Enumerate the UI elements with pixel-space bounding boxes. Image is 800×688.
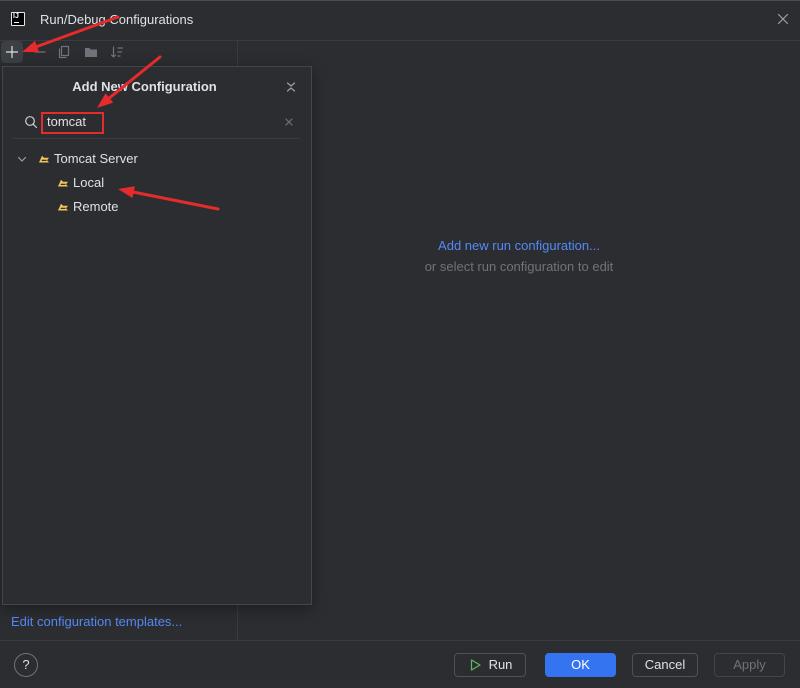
clear-icon (285, 118, 293, 126)
collapse-icon (286, 82, 296, 92)
tree-item-tomcat-local[interactable]: Local (10, 171, 304, 195)
tomcat-icon (58, 203, 68, 211)
close-button[interactable] (776, 12, 790, 26)
run-button-label: Run (488, 657, 513, 672)
add-icon (5, 45, 19, 59)
tree-item-label: Remote (73, 199, 119, 214)
empty-state-link-row: Add new run configuration... (238, 238, 800, 254)
tree-item-tomcat-remote[interactable]: Remote (10, 195, 304, 219)
chevron-down-icon[interactable] (17, 154, 27, 164)
copy-icon (58, 45, 70, 59)
ok-button[interactable]: OK (545, 653, 616, 677)
help-button[interactable]: ? (14, 653, 38, 677)
edit-configuration-templates-link[interactable]: Edit configuration templates... (11, 614, 182, 630)
window-title: Run/Debug Configurations (40, 12, 194, 27)
remove-icon (34, 51, 46, 53)
app-icon-underline (14, 22, 19, 23)
new-folder-icon (85, 48, 97, 57)
remove-configuration-button[interactable] (29, 41, 51, 63)
collapse-button[interactable] (284, 80, 298, 94)
popup-title: Add New Configuration (72, 79, 217, 94)
empty-state-hint-row: or select run configuration to edit (238, 259, 800, 275)
configuration-editor-panel: Add new run configuration... or select r… (238, 41, 800, 640)
add-configuration-button[interactable] (1, 41, 23, 63)
run-button[interactable]: Run (454, 653, 526, 677)
search-separator (13, 138, 300, 139)
dialog-footer: ? Run OK Cancel Apply (0, 641, 800, 688)
new-folder-button[interactable] (80, 41, 102, 63)
close-icon (777, 13, 789, 25)
empty-state-hint: or select run configuration to edit (424, 259, 614, 274)
cancel-button-label: Cancel (644, 657, 686, 672)
tree-item-tomcat-server[interactable]: Tomcat Server (10, 147, 304, 171)
ok-button-label: OK (571, 657, 590, 672)
apply-button-label: Apply (733, 657, 766, 672)
add-new-configuration-popup: Add New Configuration Tomca (2, 66, 312, 605)
tomcat-icon (58, 179, 68, 187)
configuration-search-input[interactable] (47, 113, 272, 131)
tree-item-label: Tomcat Server (54, 151, 138, 166)
sort-icon (110, 46, 124, 58)
apply-button[interactable]: Apply (714, 653, 785, 677)
cancel-button[interactable]: Cancel (632, 653, 698, 677)
run-debug-configurations-dialog: IJ Run/Debug Configurations Edit configu… (0, 0, 800, 688)
tomcat-icon (39, 155, 49, 163)
clear-search-button[interactable] (285, 118, 293, 126)
sort-configurations-button[interactable] (106, 41, 128, 63)
search-icon (25, 116, 38, 129)
intellij-idea-icon: IJ (11, 12, 25, 26)
app-icon-label: IJ (13, 13, 19, 20)
title-bar[interactable]: IJ Run/Debug Configurations (0, 0, 800, 40)
add-new-run-configuration-link[interactable]: Add new run configuration... (438, 238, 600, 253)
copy-configuration-button[interactable] (53, 41, 75, 63)
tree-item-label: Local (73, 175, 105, 190)
play-icon (470, 659, 481, 671)
